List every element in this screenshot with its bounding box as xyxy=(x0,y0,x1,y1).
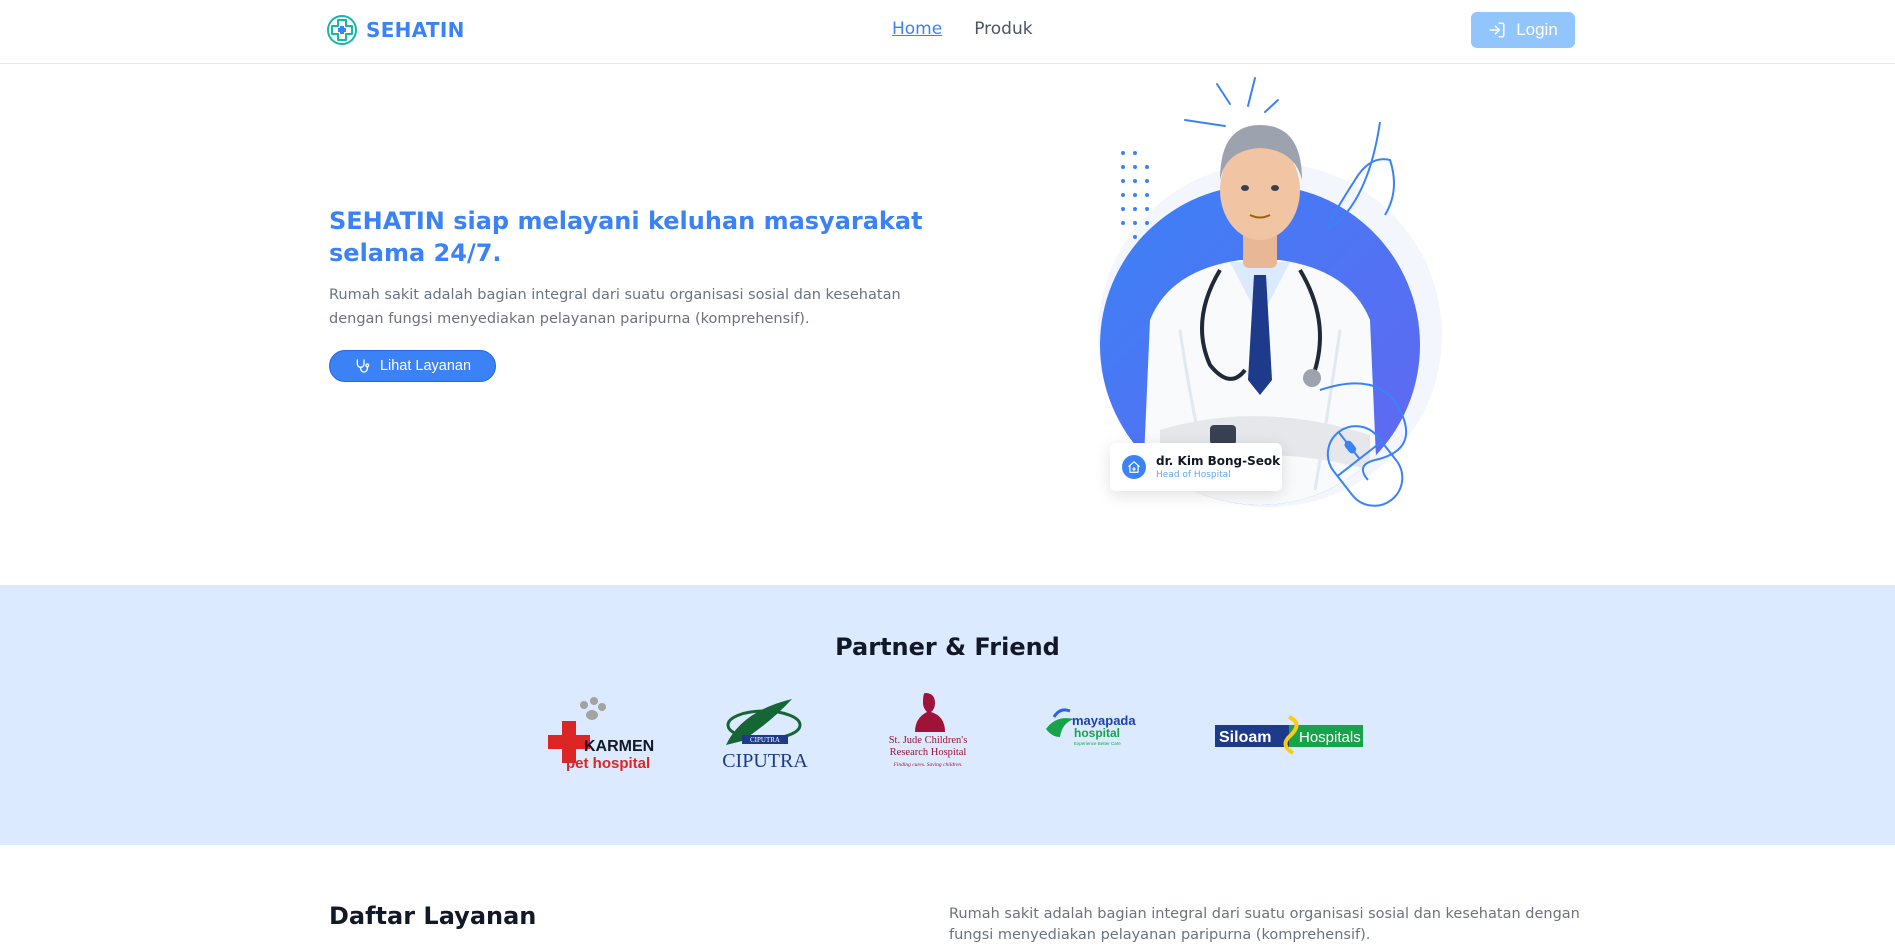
brand[interactable]: SEHATIN xyxy=(326,14,465,46)
svg-text:Siloam: Siloam xyxy=(1219,729,1271,746)
svg-text:KARMEN: KARMEN xyxy=(584,738,654,755)
login-button[interactable]: Login xyxy=(1471,12,1575,48)
mayapada-logo: mayapada hospital Experience Better Care xyxy=(1046,708,1136,746)
services-title: Daftar Layanan xyxy=(329,902,537,930)
sparkle-icon xyxy=(1184,77,1279,127)
svg-text:St. Jude Children's: St. Jude Children's xyxy=(889,735,968,746)
svg-text:CIPUTRA: CIPUTRA xyxy=(750,736,780,744)
login-icon xyxy=(1489,22,1505,38)
hospital-home-icon xyxy=(1122,455,1146,479)
brand-name: SEHATIN xyxy=(366,18,465,42)
karmen-pet-hospital-logo: KARMEN pet hospital xyxy=(548,697,654,772)
svg-text:Finding cures. Saving children: Finding cures. Saving children. xyxy=(892,762,962,768)
medical-cross-logo-icon xyxy=(327,15,357,45)
nav-link-home[interactable]: Home xyxy=(892,19,942,39)
svg-text:CIPUTRA: CIPUTRA xyxy=(722,750,808,772)
services-description: Rumah sakit adalah bagian integral dari … xyxy=(949,906,1580,943)
svg-text:Experience Better Care: Experience Better Care xyxy=(1074,741,1121,746)
login-label: Login xyxy=(1516,20,1558,39)
navbar: SEHATIN Home Produk Login xyxy=(0,0,1895,64)
lihat-layanan-label: Lihat Layanan xyxy=(379,358,472,374)
st-jude-logo: St. Jude Children's Research Hospital Fi… xyxy=(889,693,968,768)
doctor-info-card: dr. Kim Bong-Seok Head of Hospital xyxy=(1110,443,1282,491)
partners-title: Partner & Friend xyxy=(835,633,1060,661)
hero-title: SEHATIN siap melayani keluhan masyarakat… xyxy=(329,207,923,267)
lihat-layanan-button[interactable]: Lihat Layanan xyxy=(329,350,496,382)
main-nav: Home Produk xyxy=(892,19,1033,39)
svg-text:Research Hospital: Research Hospital xyxy=(890,747,967,758)
doctor-name: dr. Kim Bong-Seok xyxy=(1156,454,1281,468)
stethoscope-icon xyxy=(356,359,370,373)
svg-text:hospital: hospital xyxy=(1074,726,1120,740)
doctor-role: Head of Hospital xyxy=(1156,470,1231,480)
partners-section: Partner & Friend KARMEN pet hospital CIP… xyxy=(0,585,1895,845)
ciputra-logo: CIPUTRA CIPUTRA xyxy=(722,699,808,772)
hero-description: Rumah sakit adalah bagian integral dari … xyxy=(329,287,901,327)
siloam-logo: Siloam Hospitals xyxy=(1215,715,1363,755)
nav-link-produk[interactable]: Produk xyxy=(974,19,1032,39)
svg-text:Hospitals: Hospitals xyxy=(1299,729,1361,746)
svg-text:pet hospital: pet hospital xyxy=(566,755,650,772)
